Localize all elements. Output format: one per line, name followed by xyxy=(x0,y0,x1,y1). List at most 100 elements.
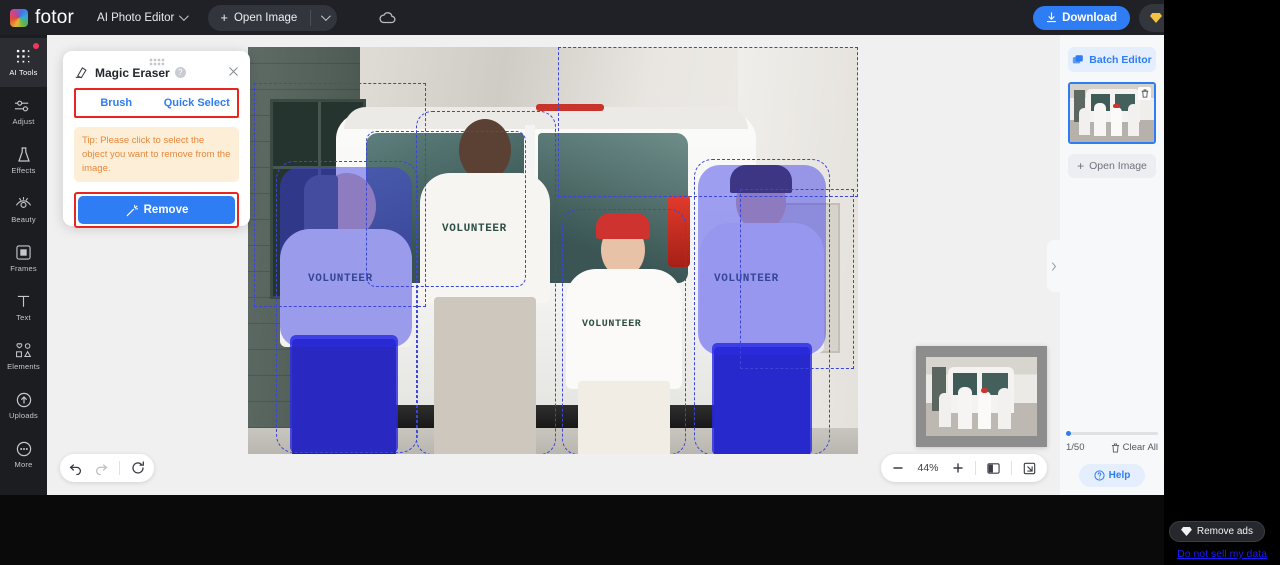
fit-screen-icon xyxy=(1023,462,1036,474)
fit-screen-button[interactable] xyxy=(1023,462,1036,475)
compare-button[interactable] xyxy=(987,462,1000,475)
layers-icon xyxy=(1073,54,1084,63)
sidebar-item-beauty[interactable]: Beauty xyxy=(0,185,47,234)
do-not-sell-my-data-link[interactable]: Do not sell my data xyxy=(1177,548,1267,560)
chevron-down-icon xyxy=(179,11,190,22)
ellipsis-icon xyxy=(16,440,32,457)
redo-button[interactable] xyxy=(94,462,108,475)
tab-brush[interactable]: Brush xyxy=(76,97,157,109)
nav-person-3-headband xyxy=(981,388,988,393)
open-image-label: Open Image xyxy=(233,11,298,24)
sidebar-item-ai-tools[interactable]: AI Tools xyxy=(0,38,47,87)
navigator-preview[interactable] xyxy=(916,346,1047,447)
sidebar-item-label: Effects xyxy=(11,166,36,175)
sidebar-item-frames[interactable]: Frames xyxy=(0,234,47,283)
undo-button[interactable] xyxy=(69,462,83,475)
nav-person-3 xyxy=(978,391,991,429)
sliders-icon xyxy=(14,97,33,114)
shapes-icon xyxy=(15,342,32,359)
sidebar-item-label: Frames xyxy=(10,264,37,273)
download-label: Download xyxy=(1062,11,1118,24)
navigator-thumbnail xyxy=(926,357,1037,436)
sidebar-item-label: Text xyxy=(16,313,31,322)
left-tool-rail: AI Tools Adjust Effects Beauty Frames Te… xyxy=(0,35,47,495)
sidebar-item-uploads[interactable]: Uploads xyxy=(0,381,47,430)
reset-button[interactable] xyxy=(131,461,145,475)
help-label: Help xyxy=(1108,470,1131,481)
zoom-level[interactable]: 44% xyxy=(915,462,941,474)
thumb-person-2 xyxy=(1094,103,1106,136)
slider-knob[interactable] xyxy=(1066,431,1071,436)
remove-button-highlight: Remove xyxy=(74,192,239,229)
panel-title: Magic Eraser xyxy=(95,65,170,80)
magic-eraser-panel[interactable]: Magic Eraser ? Brush Quick Select Tip: P… xyxy=(63,51,250,229)
fotor-logo-icon xyxy=(10,8,28,27)
thumb-person-3-headband xyxy=(1113,104,1120,108)
sidebar-item-effects[interactable]: Effects xyxy=(0,136,47,185)
nav-person-4 xyxy=(998,388,1011,429)
thumb-person-4 xyxy=(1128,104,1139,136)
mode-tabs-highlight: Brush Quick Select xyxy=(74,88,239,118)
zoom-toolbar: 44% xyxy=(881,454,1047,482)
nav-person-1 xyxy=(939,393,951,427)
zoom-out-button[interactable] xyxy=(892,462,904,474)
fotor-editor-window: fotor AI Photo Editor + Open Image Downl… xyxy=(0,0,1280,565)
van-window-selection-marquee xyxy=(366,131,526,287)
compare-split-icon xyxy=(987,462,1000,474)
count-row: 1/50 Clear All xyxy=(1066,442,1158,453)
zoom-in-button[interactable] xyxy=(952,462,964,474)
flask-icon xyxy=(17,146,31,163)
brand-logo[interactable]: fotor xyxy=(10,7,74,29)
background-selection-marquee-top xyxy=(558,47,858,197)
batch-editor-label: Batch Editor xyxy=(1089,53,1152,66)
question-mark-icon[interactable]: ? xyxy=(174,67,186,78)
clear-all-button[interactable]: Clear All xyxy=(1111,442,1158,453)
divider xyxy=(119,461,120,475)
divider xyxy=(975,461,976,475)
sidebar-item-label: More xyxy=(14,460,33,469)
drag-grip-icon[interactable] xyxy=(148,58,165,66)
plus-icon: + xyxy=(220,10,228,25)
sidebar-item-adjust[interactable]: Adjust xyxy=(0,87,47,136)
open-image-group: + Open Image xyxy=(208,4,338,31)
panel-collapse-handle[interactable] xyxy=(1047,240,1060,292)
sidebar-item-label: Beauty xyxy=(11,215,36,224)
photo-canvas[interactable]: VOLUNTEER VOLUNTEER VOLUNTEER VOLUNTEER xyxy=(248,47,858,454)
image-thumbnail[interactable] xyxy=(1068,82,1156,144)
magic-wand-icon xyxy=(126,204,138,217)
open-image-panel-label: Open Image xyxy=(1089,160,1147,172)
open-image-button[interactable]: + Open Image xyxy=(208,5,310,31)
close-icon[interactable] xyxy=(228,64,239,82)
app-switcher[interactable]: AI Photo Editor xyxy=(97,11,190,24)
sidebar-item-label: Adjust xyxy=(12,117,35,126)
app-switcher-label: AI Photo Editor xyxy=(97,11,175,24)
sidebar-item-elements[interactable]: Elements xyxy=(0,332,47,381)
brand-name: fotor xyxy=(35,6,75,28)
eye-icon xyxy=(15,195,32,212)
person-3-selection-marquee xyxy=(562,209,686,454)
chevron-right-icon xyxy=(1051,261,1056,271)
remove-ads-button[interactable]: Remove ads xyxy=(1168,521,1265,542)
right-building-selection-marquee xyxy=(740,189,854,369)
remove-button[interactable]: Remove xyxy=(78,196,235,225)
right-black-strip xyxy=(1164,0,1280,565)
bottom-ad-strip xyxy=(0,495,1280,565)
help-button[interactable]: Help xyxy=(1079,464,1145,487)
image-count-slider[interactable] xyxy=(1066,431,1158,436)
batch-editor-button[interactable]: Batch Editor xyxy=(1068,47,1156,72)
sidebar-item-label: AI Tools xyxy=(9,68,38,77)
trash-icon xyxy=(1111,443,1119,452)
download-button[interactable]: Download xyxy=(1033,5,1131,30)
panel-footer: 1/50 Clear All Help xyxy=(1060,431,1164,495)
tab-quick-select[interactable]: Quick Select xyxy=(157,97,238,109)
open-image-panel-button[interactable]: + Open Image xyxy=(1068,154,1156,178)
cloud-save-button[interactable] xyxy=(379,11,396,24)
thumb-person-3 xyxy=(1111,107,1122,136)
tip-message: Tip: Please click to select the object y… xyxy=(74,127,239,183)
remove-ads-label: Remove ads xyxy=(1196,526,1253,537)
sidebar-item-more[interactable]: More xyxy=(0,430,47,479)
open-image-dropdown[interactable] xyxy=(311,5,337,31)
diamond-icon xyxy=(1180,527,1192,536)
sidebar-item-text[interactable]: Text xyxy=(0,283,47,332)
thumbnail-delete-button[interactable] xyxy=(1138,87,1151,100)
